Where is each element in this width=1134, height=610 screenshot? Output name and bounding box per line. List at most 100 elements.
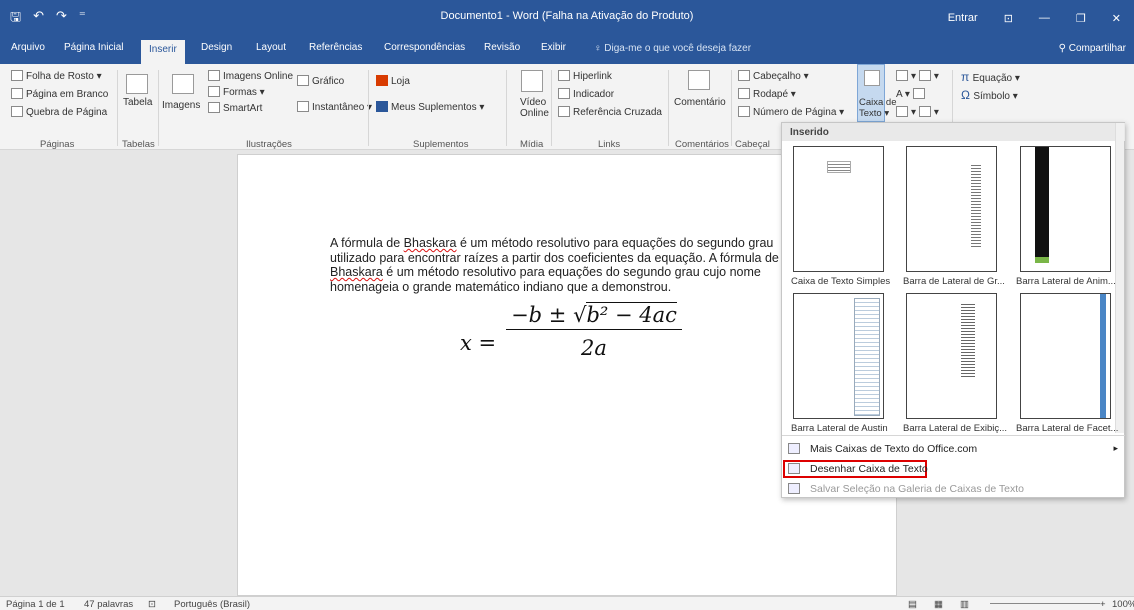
ribbon-display-icon[interactable]: ⊡: [991, 12, 1026, 25]
images-icon: [172, 74, 194, 94]
paragraph[interactable]: A fórmula de Bhaskara é um método resolu…: [330, 236, 780, 294]
tab-pagina-inicial[interactable]: Página Inicial: [64, 42, 123, 53]
tab-exibir[interactable]: Exibir: [541, 42, 566, 53]
gallery-header: Inserido: [782, 123, 1125, 141]
more-textboxes-item[interactable]: Mais Caixas de Texto do Office.com: [788, 443, 977, 455]
wordart-icon: A: [896, 89, 903, 100]
group-separator: [731, 70, 732, 146]
zoom-slider[interactable]: [990, 603, 1100, 604]
signin-button[interactable]: Entrar: [935, 12, 991, 24]
formula-denominator: 2a: [581, 336, 607, 360]
object-icon: [918, 106, 931, 117]
save-selection-item[interactable]: Salvar Seleção na Galeria de Caixas de T…: [788, 483, 1024, 495]
word-count[interactable]: 47 palavras: [84, 599, 133, 610]
textbox-button[interactable]: Caixa de Texto ▾: [859, 97, 897, 119]
group-midia: Mídia: [520, 139, 544, 150]
dropcap-icon: [896, 106, 908, 117]
close-button[interactable]: ✕: [1099, 12, 1134, 25]
cross-reference-icon: [558, 106, 570, 117]
status-bar: Página 1 de 1 47 palavras ⊡ Português (B…: [0, 596, 1134, 610]
thumb-sidebar-facet[interactable]: [1020, 293, 1111, 419]
thumb-sidebar-grid[interactable]: [906, 146, 997, 272]
screenshot-icon: [297, 101, 309, 112]
equation-button[interactable]: π Equação ▾: [961, 70, 1020, 84]
textbox-gallery-dropdown: Inserido Caixa de Texto Simples Barra de…: [781, 122, 1125, 498]
bookmark-button[interactable]: Indicador: [558, 88, 614, 100]
blank-page-button[interactable]: Página em Branco: [11, 88, 108, 100]
online-images-button[interactable]: Imagens Online: [208, 70, 293, 82]
footer-button[interactable]: Rodapé ▾: [738, 88, 796, 100]
formula-fraction: −b ± √b² − 4ac 2a: [506, 302, 682, 360]
tell-me-box[interactable]: ♀ Diga-me o que você deseja fazer: [594, 43, 751, 54]
caption-exibicao: Barra Lateral de Exibiç...: [903, 423, 1008, 434]
print-layout-icon[interactable]: ▦: [934, 599, 943, 610]
tab-revisao[interactable]: Revisão: [484, 42, 520, 53]
menu-divider: [782, 435, 1125, 436]
page-number-button[interactable]: Número de Página ▾: [738, 106, 844, 118]
quick-parts-button[interactable]: ▾ ▾: [896, 70, 939, 82]
tab-inserir[interactable]: Inserir: [141, 40, 185, 64]
web-layout-icon[interactable]: ▥: [960, 599, 969, 610]
misspelled-word[interactable]: Bhaskara: [330, 265, 383, 279]
thumb-sidebar-exibicao[interactable]: [906, 293, 997, 419]
restore-button[interactable]: ❐: [1063, 12, 1099, 25]
online-images-icon: [208, 70, 220, 81]
hyperlink-button[interactable]: Hiperlink: [558, 70, 612, 82]
proofing-icon[interactable]: ⊡: [148, 599, 156, 610]
language[interactable]: Português (Brasil): [174, 599, 250, 610]
symbol-button[interactable]: Ω Símbolo ▾: [961, 88, 1018, 102]
thumb-sidebar-austin[interactable]: [793, 293, 884, 419]
thumb-sidebar-animation[interactable]: [1020, 146, 1111, 272]
omega-icon: Ω: [961, 88, 974, 102]
smartart-button[interactable]: SmartArt: [208, 102, 262, 114]
zoom-in-icon[interactable]: +: [1100, 599, 1106, 610]
read-mode-icon[interactable]: ▤: [908, 599, 917, 610]
caption-grid: Barra de Lateral de Gr...: [903, 276, 1005, 287]
comment-icon: [688, 70, 710, 90]
dropcap-button[interactable]: ▾ ▾: [896, 106, 939, 118]
table-button[interactable]: Tabela: [123, 97, 152, 108]
group-separator: [158, 70, 159, 146]
chart-button[interactable]: Gráfico: [297, 75, 344, 87]
cross-reference-button[interactable]: Referência Cruzada: [558, 106, 662, 118]
tab-arquivo[interactable]: Arquivo: [11, 42, 45, 53]
page-break-icon: [11, 106, 23, 117]
comment-button[interactable]: Comentário: [674, 97, 726, 108]
title-bar: 🖫 ↶ ↷ ⁼ Documento1 - Word (Falha na Ativ…: [0, 0, 1134, 36]
online-video-button[interactable]: Vídeo Online: [520, 97, 549, 119]
share-button[interactable]: ⚲ Compartilhar: [1059, 43, 1126, 54]
tab-design[interactable]: Design: [201, 42, 232, 53]
my-addins-button[interactable]: Meus Suplementos ▾: [376, 101, 484, 113]
store-icon: [376, 75, 388, 86]
footer-icon: [738, 88, 750, 99]
header-button[interactable]: Cabeçalho ▾: [738, 70, 809, 82]
tab-correspondencias[interactable]: Correspondências: [384, 42, 465, 53]
ribbon-tabs: Arquivo Página Inicial Inserir Design La…: [0, 36, 1134, 64]
page-count[interactable]: Página 1 de 1: [6, 599, 65, 610]
tab-referencias[interactable]: Referências: [309, 42, 362, 53]
shapes-icon: [208, 86, 220, 97]
draw-textbox-item[interactable]: Desenhar Caixa de Texto: [788, 463, 928, 475]
zoom-level[interactable]: 100%: [1112, 599, 1134, 610]
submenu-arrow-icon: ▸: [1113, 443, 1118, 453]
minimize-button[interactable]: —: [1026, 12, 1063, 24]
group-separator: [668, 70, 669, 146]
hyperlink-icon: [558, 70, 570, 81]
smartart-icon: [208, 102, 220, 113]
screenshot-button[interactable]: Instantâneo ▾: [297, 101, 372, 113]
pi-icon: π: [961, 70, 973, 84]
group-separator: [368, 70, 369, 146]
blank-page-icon: [11, 88, 23, 99]
group-tabelas: Tabelas: [122, 139, 155, 150]
wordart-button[interactable]: A ▾: [896, 88, 928, 100]
shapes-button[interactable]: Formas ▾: [208, 86, 265, 98]
store-button[interactable]: Loja: [376, 75, 410, 87]
tab-layout[interactable]: Layout: [256, 42, 286, 53]
textbox-icon: [864, 70, 880, 86]
misspelled-word[interactable]: Bhaskara: [404, 236, 457, 250]
page-break-button[interactable]: Quebra de Página: [11, 106, 107, 118]
cover-page-button[interactable]: Folha de Rosto ▾: [11, 70, 102, 82]
cover-page-icon: [11, 70, 23, 81]
thumb-simple-textbox[interactable]: [793, 146, 884, 272]
images-button[interactable]: Imagens: [162, 100, 200, 111]
